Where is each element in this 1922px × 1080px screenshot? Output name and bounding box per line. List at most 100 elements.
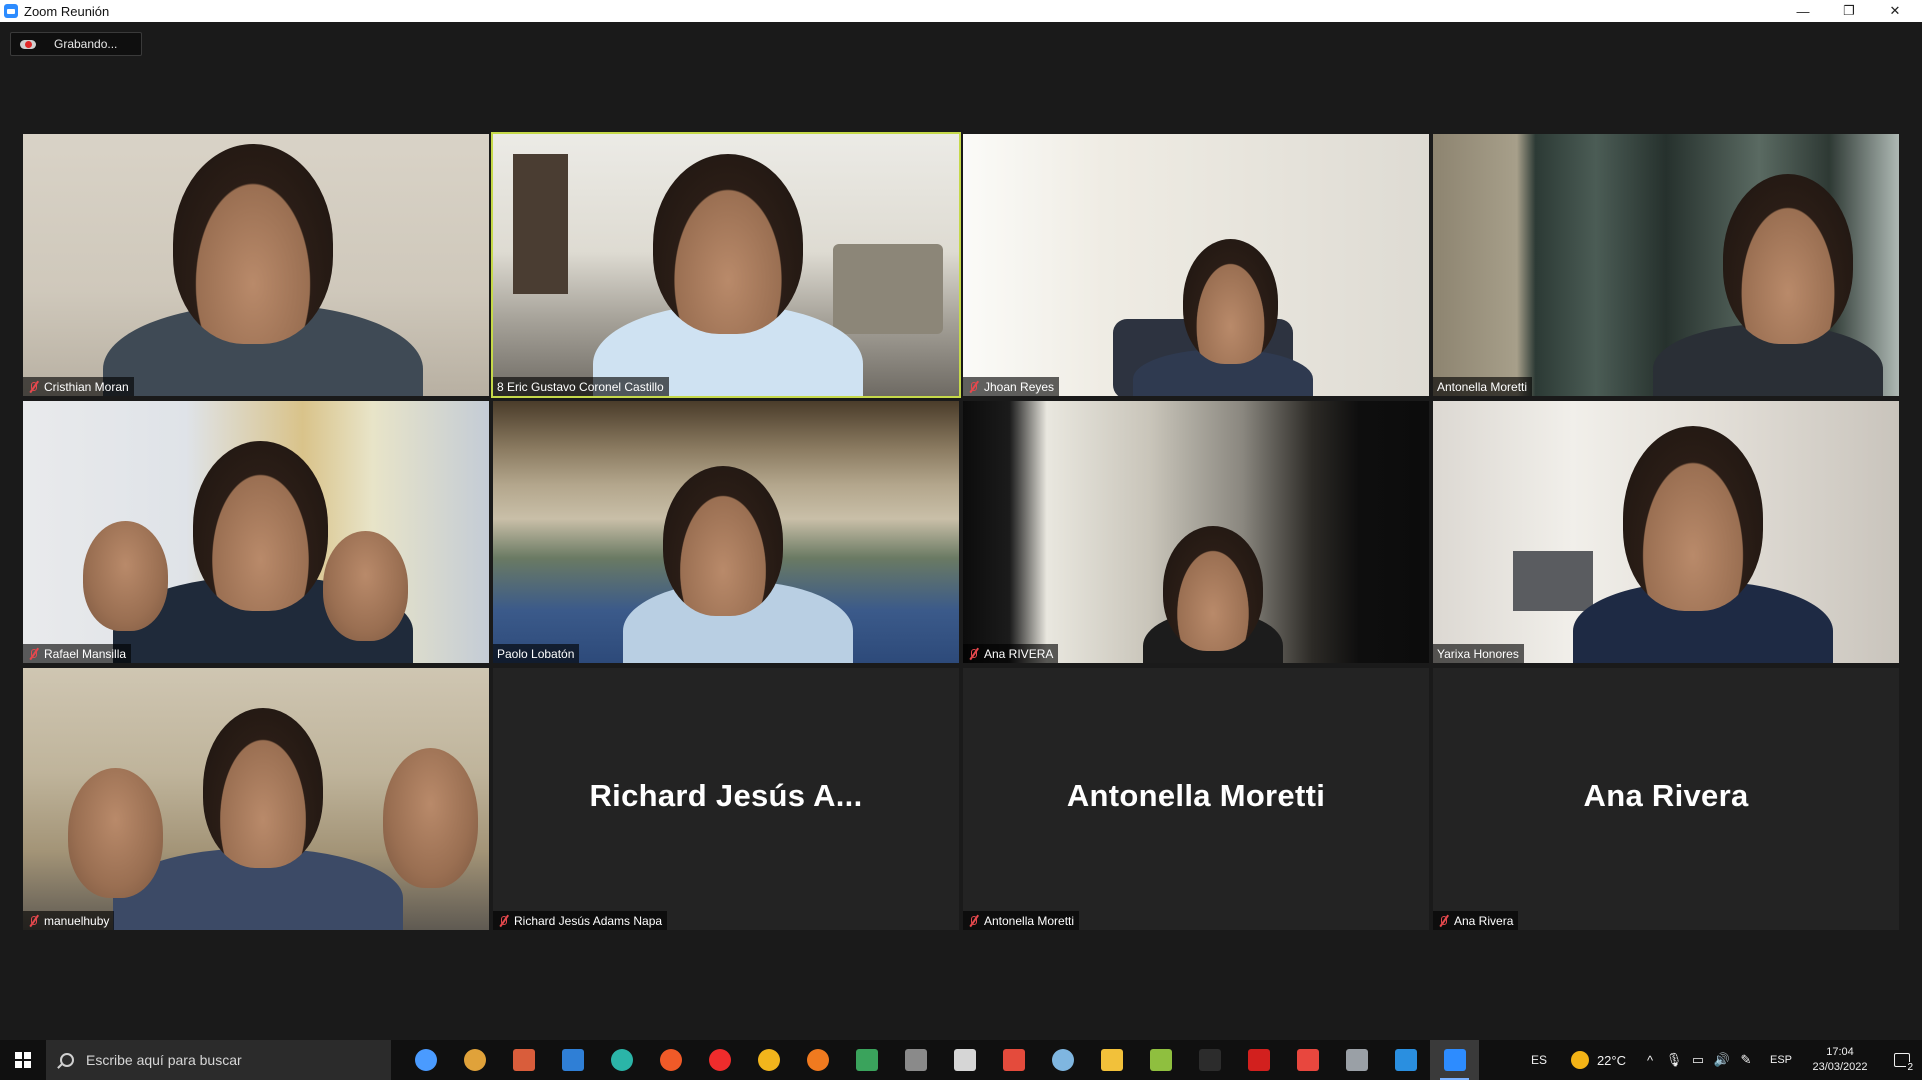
tor-taskbar-button[interactable] <box>744 1040 793 1080</box>
clock-time: 17:04 <box>1826 1046 1854 1058</box>
close-button[interactable]: ✕ <box>1872 0 1918 22</box>
participant-video <box>493 401 959 663</box>
chrome-profile-4-icon <box>953 1049 976 1071</box>
mail-taskbar-button[interactable] <box>548 1040 597 1080</box>
notepad-taskbar-button[interactable] <box>1136 1040 1185 1080</box>
chrome-taskbar-button[interactable] <box>450 1040 499 1080</box>
input-language[interactable]: ES <box>1517 1053 1561 1067</box>
participant-namebar: Yarixa Honores <box>1433 644 1524 663</box>
recording-label: Grabando... <box>54 37 118 51</box>
firefox-icon <box>806 1049 829 1071</box>
video-tile-8[interactable]: manuelhuby <box>23 668 489 930</box>
mic-muted-icon <box>1437 915 1449 927</box>
chrome-profile-4-taskbar-button[interactable] <box>940 1040 989 1080</box>
paint-icon <box>1051 1049 1074 1071</box>
video-tile-3[interactable]: Antonella Moretti <box>1433 134 1899 396</box>
taskbar-pinned-apps <box>401 1040 1479 1080</box>
window-scrollbar[interactable] <box>1918 22 1922 1040</box>
video-tile-4[interactable]: Rafael Mansilla <box>23 401 489 663</box>
acrobat-taskbar-button[interactable] <box>1234 1040 1283 1080</box>
participant-name: Richard Jesús Adams Napa <box>514 913 663 928</box>
start-button[interactable] <box>0 1040 46 1080</box>
window-title: Zoom Reunión <box>24 3 110 19</box>
brave-taskbar-button[interactable] <box>646 1040 695 1080</box>
paint-taskbar-button[interactable] <box>1038 1040 1087 1080</box>
microphone-icon[interactable]: 🎙 <box>1662 1052 1686 1068</box>
tor-icon <box>757 1049 780 1071</box>
window-titlebar: Zoom Reunión — ❐ ✕ <box>0 0 1922 22</box>
weather-widget[interactable]: 22°C <box>1570 1051 1626 1069</box>
edge-taskbar-button[interactable] <box>597 1040 646 1080</box>
file-explorer-taskbar-button[interactable] <box>1087 1040 1136 1080</box>
mic-muted-icon <box>967 915 979 927</box>
firefox-taskbar-button[interactable] <box>793 1040 842 1080</box>
notepad-icon <box>1149 1049 1172 1071</box>
temperature: 22°C <box>1596 1052 1626 1068</box>
opera-icon <box>708 1049 731 1071</box>
video-tile-2[interactable]: Jhoan Reyes <box>963 134 1429 396</box>
video-tile-6[interactable]: Ana RIVERA <box>963 401 1429 663</box>
cloud-record-icon <box>20 38 36 50</box>
video-tile-7[interactable]: Yarixa Honores <box>1433 401 1899 663</box>
video-tile-10[interactable]: Antonella Moretti Antonella Moretti <box>963 668 1429 930</box>
recording-indicator[interactable]: Grabando... <box>10 32 142 56</box>
participant-name: Paolo Lobatón <box>497 646 575 661</box>
pen-icon[interactable]: ✎ <box>1734 1052 1758 1068</box>
sun-icon <box>1570 1051 1589 1069</box>
participant-video <box>493 134 959 396</box>
participant-namebar: Ana RIVERA <box>963 644 1059 663</box>
terminal-taskbar-button[interactable] <box>1185 1040 1234 1080</box>
participant-name: Jhoan Reyes <box>984 379 1055 394</box>
participant-namebar: Antonella Moretti <box>1433 377 1533 396</box>
chevron-up-icon[interactable]: ^ <box>1638 1053 1662 1068</box>
video-tile-5[interactable]: Paolo Lobatón <box>493 401 959 663</box>
video-tile-0[interactable]: Cristhian Moran <box>23 134 489 396</box>
anydesk-taskbar-button[interactable] <box>1283 1040 1332 1080</box>
participant-namebar: Richard Jesús Adams Napa <box>493 911 668 930</box>
chrome-profile-5-taskbar-button[interactable] <box>989 1040 1038 1080</box>
participant-video <box>23 134 489 396</box>
participant-name: Yarixa Honores <box>1437 646 1519 661</box>
vscode-taskbar-button[interactable] <box>1381 1040 1430 1080</box>
chrome-profile-icon <box>512 1049 535 1071</box>
chrome-profile-3-icon <box>904 1049 927 1071</box>
volume-icon[interactable]: 🔊 <box>1710 1052 1734 1068</box>
calculator-taskbar-button[interactable] <box>1332 1040 1381 1080</box>
system-tray: ES 22°C ^ 🎙 ▭ 🔊 ✎ ESP 17:04 23/03/2022 2 <box>1517 1040 1922 1080</box>
mic-muted-icon <box>497 915 509 927</box>
chrome-profile-3-taskbar-button[interactable] <box>891 1040 940 1080</box>
participant-namebar: manuelhuby <box>23 911 115 930</box>
acrobat-icon <box>1247 1049 1270 1071</box>
terminal-icon <box>1198 1049 1221 1071</box>
participant-video <box>23 401 489 663</box>
participant-video <box>963 134 1429 396</box>
search-input[interactable] <box>86 1052 376 1068</box>
clock-date: 23/03/2022 <box>1812 1061 1868 1073</box>
participant-display-name: Richard Jesús A... <box>589 778 863 813</box>
battery-icon[interactable]: ▭ <box>1686 1052 1710 1068</box>
chrome-profile-2-taskbar-button[interactable] <box>842 1040 891 1080</box>
keyboard-layout[interactable]: ESP <box>1764 1054 1798 1066</box>
opera-taskbar-button[interactable] <box>695 1040 744 1080</box>
participant-video <box>23 668 489 930</box>
zoom-taskbar-button[interactable] <box>1430 1040 1479 1080</box>
zoom-icon <box>1443 1049 1466 1071</box>
action-center-button[interactable]: 2 <box>1882 1040 1922 1080</box>
cortana-taskbar-button[interactable] <box>401 1040 450 1080</box>
minimize-button[interactable]: — <box>1780 0 1826 22</box>
participant-namebar: Ana Rivera <box>1433 911 1519 930</box>
restore-button[interactable]: ❐ <box>1826 0 1872 22</box>
mic-muted-icon <box>27 648 39 660</box>
video-tile-9[interactable]: Richard Jesús A... Richard Jesús Adams N… <box>493 668 959 930</box>
chrome-icon <box>463 1049 486 1071</box>
video-tile-11[interactable]: Ana Rivera Ana Rivera <box>1433 668 1899 930</box>
video-tile-1[interactable]: 8 Eric Gustavo Coronel Castillo <box>491 132 961 398</box>
participant-video <box>1433 401 1899 663</box>
participant-name: Ana Rivera <box>1454 913 1514 928</box>
file-explorer-icon <box>1100 1049 1123 1071</box>
search-icon <box>60 1053 74 1067</box>
mail-icon <box>561 1049 584 1071</box>
clock[interactable]: 17:04 23/03/2022 <box>1798 1045 1882 1075</box>
taskbar-search[interactable] <box>46 1040 391 1080</box>
chrome-profile-taskbar-button[interactable] <box>499 1040 548 1080</box>
